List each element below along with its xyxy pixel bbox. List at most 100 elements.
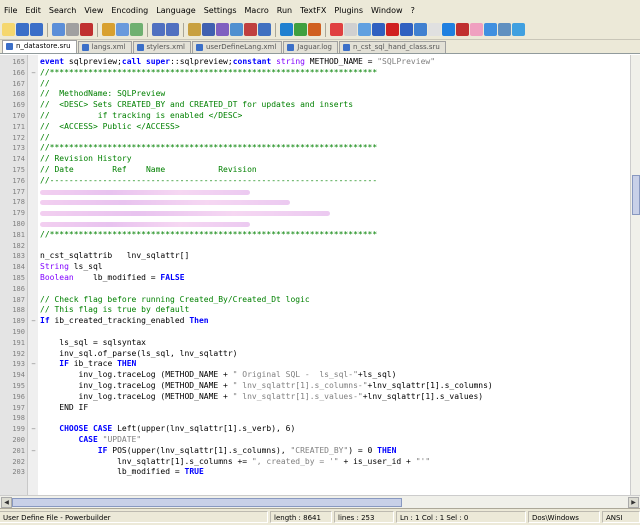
code-line[interactable]: 179 (0, 208, 630, 218)
toolbar-button-icon[interactable] (294, 23, 307, 36)
toolbar-button-icon[interactable] (52, 23, 65, 36)
code-line[interactable]: 184 String ls_sql (0, 262, 630, 272)
code-line[interactable]: 201− IF POS(upper(lnv_sqlattr[1].s_colum… (0, 446, 630, 456)
horizontal-scroll-thumb[interactable] (12, 498, 402, 507)
code-line[interactable]: 170 // if tracking is enabled </DESC> (0, 111, 630, 121)
toolbar-button-icon[interactable] (512, 23, 525, 36)
menu-settings[interactable]: Settings (200, 6, 241, 15)
code-line[interactable]: 178 (0, 197, 630, 207)
toolbar-button-icon[interactable] (216, 23, 229, 36)
toolbar-button-icon[interactable] (372, 23, 385, 36)
file-tab[interactable]: userDefineLang.xml (191, 41, 283, 53)
toolbar-button-icon[interactable] (308, 23, 321, 36)
code-line[interactable]: 173 //***********************************… (0, 143, 630, 153)
toolbar-button-icon[interactable] (152, 23, 165, 36)
toolbar-button-icon[interactable] (2, 23, 15, 36)
toolbar-button-icon[interactable] (230, 23, 243, 36)
horizontal-scrollbar[interactable]: ◀ ▶ (0, 495, 640, 508)
fold-toggle-icon[interactable]: − (29, 424, 38, 434)
code-line[interactable]: 192 inv_sql.of_parse(ls_sql, lnv_sqlattr… (0, 349, 630, 359)
code-line[interactable]: 193− IF ib_trace THEN (0, 359, 630, 369)
code-line[interactable]: 189− If ib_created_tracking_enabled Then (0, 316, 630, 326)
code-line[interactable]: 199− CHOOSE CASE Left(upper(lnv_sqlattr[… (0, 424, 630, 434)
menu-encoding[interactable]: Encoding (107, 6, 152, 15)
toolbar-button-icon[interactable] (116, 23, 129, 36)
toolbar-button-icon[interactable] (30, 23, 43, 36)
menu-plugins[interactable]: Plugins (330, 6, 367, 15)
file-tab[interactable]: langs.xml (77, 41, 132, 53)
fold-toggle-icon[interactable]: − (29, 68, 38, 78)
code-line[interactable]: 194 inv_log.traceLog (METHOD_NAME + " Or… (0, 370, 630, 380)
toolbar-button-icon[interactable] (130, 23, 143, 36)
menu-language[interactable]: Language (152, 6, 199, 15)
code-line[interactable]: 177 (0, 187, 630, 197)
code-line[interactable]: 196 inv_log.traceLog (METHOD_NAME + " ln… (0, 392, 630, 402)
fold-toggle-icon[interactable]: − (29, 446, 38, 456)
scroll-right-arrow-icon[interactable]: ▶ (628, 497, 639, 508)
code-line[interactable]: 202 lnv_sqlattr[1].s_columns += ", creat… (0, 457, 630, 467)
code-line[interactable]: 182 (0, 241, 630, 251)
code-line[interactable]: 171 // <ACCESS> Public </ACCESS> (0, 122, 630, 132)
file-tab[interactable]: stylers.xml (132, 41, 191, 53)
vertical-scroll-thumb[interactable] (632, 175, 640, 215)
code-line[interactable]: 195 inv_log.traceLog (METHOD_NAME + " ln… (0, 381, 630, 391)
toolbar-button-icon[interactable] (400, 23, 413, 36)
code-line[interactable]: 198 (0, 413, 630, 423)
file-tab[interactable]: Jaguar.log (283, 41, 338, 53)
file-tab[interactable]: n_datastore.sru (2, 40, 77, 53)
code-line[interactable]: 190 (0, 327, 630, 337)
toolbar-button-icon[interactable] (188, 23, 201, 36)
code-line[interactable]: 186 (0, 284, 630, 294)
code-line[interactable]: 168 // MethodName: SQLPreview (0, 89, 630, 99)
code-line[interactable]: 172 // (0, 133, 630, 143)
toolbar-button-icon[interactable] (414, 23, 427, 36)
menu-run[interactable]: Run (273, 6, 296, 15)
toolbar-button-icon[interactable] (470, 23, 483, 36)
toolbar-button-icon[interactable] (386, 23, 399, 36)
file-tab[interactable]: n_cst_sql_hand_class.sru (338, 41, 446, 53)
menu-edit[interactable]: Edit (21, 6, 45, 15)
code-line[interactable]: 176 //-----------------------------------… (0, 176, 630, 186)
code-line[interactable]: 166−//**********************************… (0, 68, 630, 78)
toolbar-button-icon[interactable] (102, 23, 115, 36)
menu-textfx[interactable]: TextFX (296, 6, 330, 15)
code-line[interactable]: 191 ls_sql = sqlsyntax (0, 338, 630, 348)
toolbar-button-icon[interactable] (244, 23, 257, 36)
toolbar-button-icon[interactable] (258, 23, 271, 36)
toolbar-button-icon[interactable] (280, 23, 293, 36)
menu-file[interactable]: File (0, 6, 21, 15)
toolbar-button-icon[interactable] (498, 23, 511, 36)
code-line[interactable]: 181 //***********************************… (0, 230, 630, 240)
toolbar-button-icon[interactable] (80, 23, 93, 36)
code-line[interactable]: 174 // Revision History (0, 154, 630, 164)
code-line[interactable]: 183 n_cst_sqlattrib lnv_sqlattr[] (0, 251, 630, 261)
code-line[interactable]: 185 Boolean lb_modified = FALSE (0, 273, 630, 283)
code-line[interactable]: 187 // Check flag before running Created_… (0, 295, 630, 305)
code-line[interactable]: 175 // Date Ref Name Revision (0, 165, 630, 175)
toolbar-button-icon[interactable] (66, 23, 79, 36)
code-line[interactable]: 180 (0, 219, 630, 229)
toolbar-button-icon[interactable] (202, 23, 215, 36)
toolbar-button-icon[interactable] (428, 23, 441, 36)
code-line[interactable]: 203 lb_modified = TRUE (0, 467, 630, 477)
fold-toggle-icon[interactable]: − (29, 359, 38, 369)
menu-window[interactable]: Window (367, 6, 407, 15)
editor[interactable]: 165 event sqlpreview;call super::sqlprevi… (0, 55, 640, 495)
toolbar-button-icon[interactable] (330, 23, 343, 36)
toolbar-button-icon[interactable] (16, 23, 29, 36)
vertical-scrollbar[interactable] (630, 55, 640, 495)
scroll-left-arrow-icon[interactable]: ◀ (1, 497, 12, 508)
code-line[interactable]: 165 event sqlpreview;call super::sqlprevi… (0, 57, 630, 67)
fold-toggle-icon[interactable]: − (29, 316, 38, 326)
toolbar-button-icon[interactable] (344, 23, 357, 36)
code-line[interactable]: 200 CASE "UPDATE" (0, 435, 630, 445)
code-line[interactable]: 188 // This flag is true by default (0, 305, 630, 315)
menu-view[interactable]: View (80, 6, 107, 15)
toolbar-button-icon[interactable] (442, 23, 455, 36)
menu-macro[interactable]: Macro (241, 6, 273, 15)
menu-help[interactable]: ? (407, 6, 419, 15)
code-line[interactable]: 197 END IF (0, 403, 630, 413)
toolbar-button-icon[interactable] (484, 23, 497, 36)
code-line[interactable]: 169 // <DESC> Sets CREATED_BY and CREATED… (0, 100, 630, 110)
menu-search[interactable]: Search (45, 6, 80, 15)
